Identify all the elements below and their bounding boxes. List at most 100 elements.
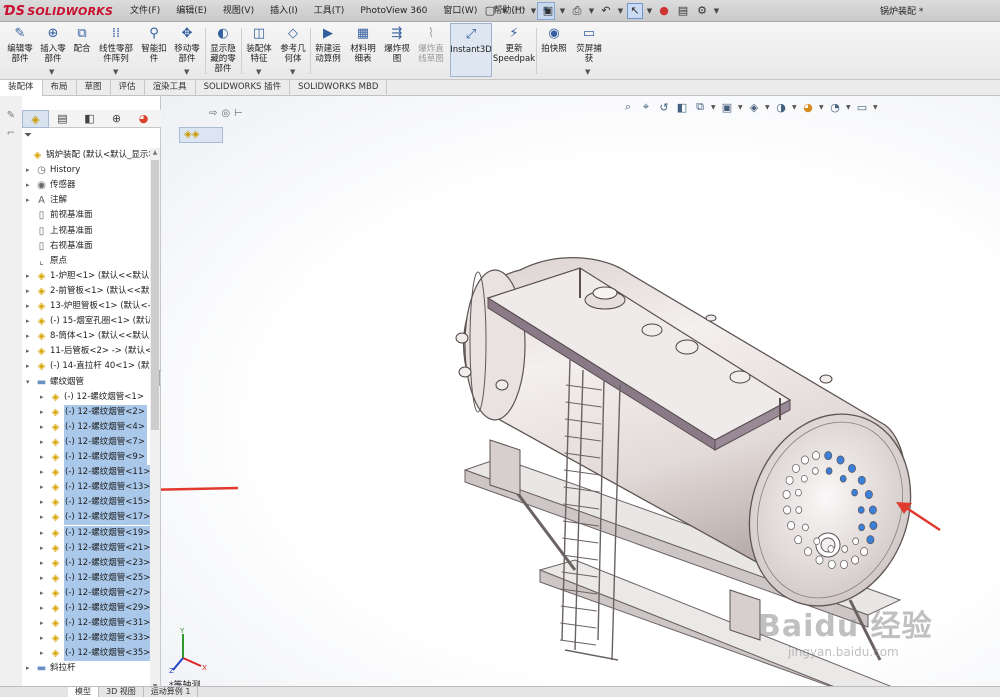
assembly-feature-button[interactable]: ◫ 装配体 特征 bbox=[243, 25, 275, 64]
chevron-right-icon[interactable]: ▸ bbox=[26, 180, 34, 190]
chevron-right-icon[interactable]: ▸ bbox=[40, 467, 48, 477]
tab-assembly[interactable]: 装配体 bbox=[0, 80, 43, 96]
chevron-down-icon[interactable]: ▼ bbox=[113, 68, 118, 76]
chevron-right-icon[interactable]: ▸ bbox=[40, 407, 48, 417]
tab-evaluate[interactable]: 评估 bbox=[111, 80, 145, 96]
chevron-down-icon[interactable]: ▼ bbox=[738, 104, 743, 111]
tree-item[interactable]: ▸ ◈ (-) 12-螺纹烟管<33> bbox=[22, 631, 150, 647]
screen-capture-button[interactable]: ▭ 荧屏捕 获 bbox=[572, 25, 606, 64]
chevron-right-icon[interactable]: ▸ bbox=[40, 482, 48, 492]
undo-icon[interactable]: ↶ bbox=[598, 3, 614, 19]
tube-hole[interactable] bbox=[827, 545, 835, 553]
save-icon[interactable]: ▣ bbox=[540, 3, 556, 19]
section-view-icon[interactable]: ◧ bbox=[675, 101, 689, 114]
tab-3d-views[interactable]: 3D 视图 bbox=[99, 687, 144, 697]
tree-item[interactable]: ▸ ◈ (-) 12-螺纹烟管<7> bbox=[22, 434, 150, 450]
filter-icon[interactable]: ⏷ bbox=[24, 130, 32, 141]
chevron-right-icon[interactable]: ▸ bbox=[40, 497, 48, 507]
chevron-right-icon[interactable]: ▸ bbox=[26, 316, 34, 326]
tree-item[interactable]: ▸ ◈ (-) 12-螺纹烟管<2> bbox=[22, 404, 150, 420]
insert-component-button[interactable]: ⊕ 插入零 部件 bbox=[36, 25, 70, 64]
menu-insert[interactable]: 插入(I) bbox=[262, 0, 306, 22]
tree-scrollbar[interactable]: ▲ ▼ bbox=[150, 148, 160, 693]
chevron-right-icon[interactable]: ▸ bbox=[40, 603, 48, 613]
bill-of-materials-button[interactable]: ▦ 材料明 细表 bbox=[346, 25, 380, 64]
chevron-right-icon[interactable]: ▸ bbox=[40, 588, 48, 598]
chevron-down-icon[interactable]: ▼ bbox=[530, 7, 537, 15]
tube-hole[interactable] bbox=[825, 467, 833, 475]
apply-scene-icon[interactable]: ◔ bbox=[828, 101, 842, 114]
tree-item[interactable]: ⌞ 原点 bbox=[22, 254, 150, 269]
tube-hole[interactable] bbox=[860, 547, 869, 557]
tree-item[interactable]: ▸ ◉ 传感器 bbox=[22, 178, 150, 193]
sketch-icon[interactable]: ⌐ bbox=[3, 128, 19, 142]
traffic-light-icon[interactable]: ● bbox=[656, 3, 672, 19]
tree-item[interactable]: ▸ ◈ (-) 14-直拉杆 40<1> (默 bbox=[22, 359, 150, 374]
chevron-down-icon[interactable]: ▼ bbox=[588, 7, 595, 15]
tube-hole[interactable] bbox=[857, 475, 866, 485]
tree-item[interactable]: ▾ ▬ 螺纹烟管 bbox=[22, 375, 150, 390]
chevron-right-icon[interactable]: ▸ bbox=[26, 346, 34, 356]
tube-hole[interactable] bbox=[869, 521, 878, 530]
configuration-manager-tab-icon[interactable]: ◧ bbox=[76, 110, 103, 128]
tube-hole[interactable] bbox=[802, 523, 809, 532]
tube-hole[interactable] bbox=[852, 537, 860, 546]
previous-view-icon[interactable]: ↺ bbox=[657, 101, 671, 114]
edit-component-button[interactable]: ✎ 编辑零 部件 bbox=[4, 25, 36, 64]
tube-hole[interactable] bbox=[815, 555, 824, 565]
chevron-down-icon[interactable]: ▼ bbox=[559, 7, 566, 15]
chevron-right-icon[interactable]: ▸ bbox=[40, 543, 48, 553]
select-pointer-icon[interactable]: ↖ bbox=[627, 3, 643, 19]
reference-geometry-button[interactable]: ◇ 参考几 何体 bbox=[277, 25, 309, 64]
tree-root-assembly[interactable]: ◈ 锅炉装配 (默认<默认_显示状 bbox=[22, 148, 150, 163]
chevron-down-icon[interactable]: ▼ bbox=[873, 104, 878, 111]
take-snapshot-button[interactable]: ◉ 拍快照 bbox=[538, 25, 570, 54]
tree-item[interactable]: ▸ ◈ (-) 12-螺纹烟管<9> bbox=[22, 450, 150, 465]
graphics-area[interactable]: ⌕ ⌖ ↺ ◧ ⧉ ▼ ▣ ▼ ◈ ▼ ◑ ▼ ◕ ▼ ◔ ▼ ▭ ▼ ⇨ ◎ … bbox=[161, 96, 1000, 686]
tree-item[interactable]: ▸ ◈ (-) 15-烟室孔圈<1> (默认 bbox=[22, 314, 150, 329]
chevron-right-icon[interactable]: ▸ bbox=[40, 648, 48, 658]
tree-item[interactable]: ▸ ◈ (-) 12-螺纹烟管<25> bbox=[22, 570, 150, 586]
tree-item[interactable]: ▸ ◈ 1-炉胆<1> (默认<<默认 bbox=[22, 269, 150, 284]
chevron-down-icon[interactable]: ▼ bbox=[501, 7, 508, 15]
tube-hole[interactable] bbox=[857, 506, 865, 514]
hide-show-items-icon[interactable]: ◑ bbox=[774, 101, 788, 114]
file-properties-icon[interactable]: ▤ bbox=[675, 3, 691, 19]
scroll-up-icon[interactable]: ▲ bbox=[151, 149, 159, 156]
tube-hole[interactable] bbox=[787, 521, 796, 530]
dimxpert-tab-icon[interactable]: ⊕ bbox=[103, 110, 130, 128]
chevron-down-icon[interactable]: ▼ bbox=[256, 68, 261, 76]
tube-hole[interactable] bbox=[783, 505, 792, 515]
tree-item[interactable]: ▸ ◈ (-) 12-螺纹烟管<13> bbox=[22, 480, 150, 496]
feature-tree-tab-icon[interactable]: ◈ bbox=[22, 110, 49, 128]
tube-hole[interactable] bbox=[851, 555, 860, 565]
menu-tools[interactable]: 工具(T) bbox=[306, 0, 353, 22]
tab-sketch[interactable]: 草图 bbox=[77, 80, 111, 96]
tree-item[interactable]: ▸ ◷ History bbox=[22, 163, 150, 178]
chevron-right-icon[interactable]: ▸ bbox=[40, 437, 48, 447]
explode-line-sketch-button[interactable]: ⌇ 爆炸直 线草图 bbox=[414, 25, 448, 64]
view-settings-icon[interactable]: ▭ bbox=[855, 101, 869, 114]
display-manager-tab-icon[interactable]: ◕ bbox=[130, 110, 157, 128]
edit-appearance-icon[interactable]: ◕ bbox=[801, 101, 815, 114]
chevron-right-icon[interactable]: ▸ bbox=[26, 286, 34, 296]
chevron-right-icon[interactable]: ▸ bbox=[40, 573, 48, 583]
chevron-down-icon[interactable]: ▼ bbox=[617, 7, 624, 15]
tube-hole[interactable] bbox=[848, 463, 856, 473]
tube-hole[interactable] bbox=[812, 451, 820, 461]
chevron-down-icon[interactable]: ▼ bbox=[290, 68, 295, 76]
tab-solidworks-addins[interactable]: SOLIDWORKS 插件 bbox=[196, 80, 291, 96]
menu-view[interactable]: 视图(V) bbox=[215, 0, 262, 22]
tree-item[interactable]: ▸ ◈ 2-前管板<1> (默认<<默认 bbox=[22, 284, 150, 299]
tree-item[interactable]: ▯ 右视基准面 bbox=[22, 239, 150, 254]
tree-item[interactable]: ▸ ◈ (-) 12-螺纹烟管<11> bbox=[22, 465, 150, 481]
target-icon[interactable]: ◎ bbox=[221, 108, 230, 119]
solidworks-logo[interactable]: ƊS SOLIDWORKS bbox=[4, 3, 113, 19]
tree-item[interactable]: ▸ ◈ (-) 12-螺纹烟管<1> bbox=[22, 390, 150, 405]
chevron-right-icon[interactable]: ▸ bbox=[40, 452, 48, 462]
tree-item[interactable]: ▸ ◈ (-) 12-螺纹烟管<19> bbox=[22, 525, 150, 541]
tube-hole[interactable] bbox=[782, 490, 791, 499]
chevron-right-icon[interactable]: ▸ bbox=[40, 422, 48, 432]
tube-hole[interactable] bbox=[836, 455, 845, 465]
new-document-icon[interactable]: ▢ bbox=[482, 3, 498, 19]
